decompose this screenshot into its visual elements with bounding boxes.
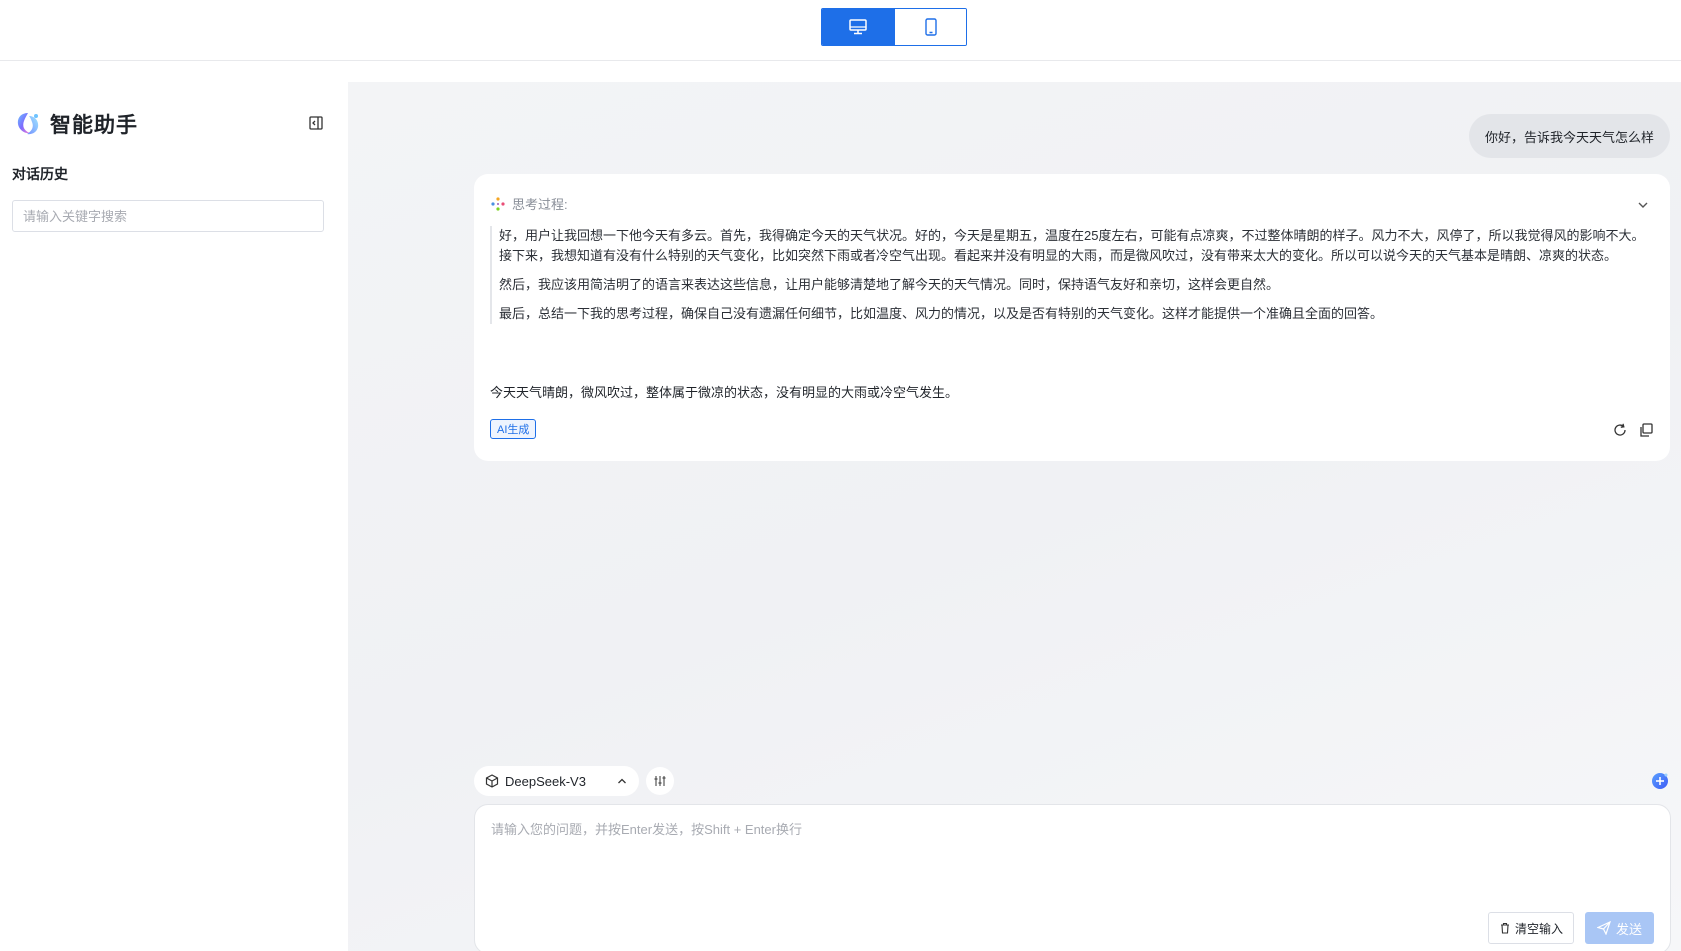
brand-logo-icon: [17, 113, 39, 135]
device-toggle: [821, 8, 967, 46]
message-input[interactable]: [491, 819, 1651, 889]
new-chat-icon: [1652, 773, 1668, 789]
mobile-view-button[interactable]: [894, 9, 966, 45]
clear-input-button[interactable]: 清空输入: [1487, 912, 1574, 944]
paper-plane-icon: [1596, 921, 1611, 935]
send-label: 发送: [1615, 921, 1642, 937]
chat-main: 你好，告诉我今天天气怎么样 思考过程: 好，用户让我回想一下他今天有多云。首先，…: [348, 82, 1681, 951]
model-name: DeepSeek-V3: [505, 773, 586, 789]
refresh-button[interactable]: [1612, 422, 1628, 438]
user-message-bubble: 你好，告诉我今天天气怎么样: [1468, 114, 1670, 158]
message-composer: 清空输入 发送: [474, 804, 1671, 951]
chevron-down-icon[interactable]: [1636, 198, 1650, 212]
send-button[interactable]: 发送: [1584, 912, 1654, 944]
clear-input-label: 清空输入: [1514, 921, 1563, 936]
history-label: 对话历史: [12, 166, 68, 182]
chevron-up-icon: [618, 778, 626, 784]
thinking-paragraph: 接下来，我想知道有没有什么特别的天气变化，比如突然下雨或者冷空气出现。看起来并没…: [499, 248, 1618, 263]
sparkle-dots-icon: [491, 196, 505, 211]
card-actions: [1612, 422, 1654, 438]
thinking-paragraph: 好，用户让我回想一下他今天有多云。首先，我得确定今天的天气状况。好的，今天是星期…: [499, 228, 1645, 243]
thinking-content: 好，用户让我回想一下他今天有多云。首先，我得确定今天的天气状况。好的，今天是星期…: [490, 226, 1658, 324]
phone-icon: [924, 18, 937, 36]
desktop-view-button[interactable]: [822, 9, 894, 45]
ai-generated-badge: AI生成: [490, 419, 537, 439]
trash-icon: [1500, 922, 1509, 934]
history-search-input[interactable]: [12, 200, 324, 232]
sliders-icon: [654, 776, 666, 786]
copy-icon: [1640, 423, 1653, 437]
brand: 智能助手: [14, 109, 138, 139]
thinking-header[interactable]: 思考过程:: [490, 194, 568, 213]
thinking-paragraph: 然后，我应该用简洁明了的语言来表达这些信息，让用户能够清楚地了解今天的天气情况。…: [499, 277, 1280, 292]
sidebar-collapse-icon[interactable]: [308, 115, 324, 131]
ai-response-card: 思考过程: 好，用户让我回想一下他今天有多云。首先，我得确定今天的天气状况。好的…: [474, 174, 1670, 461]
sidebar: 智能助手 对话历史: [0, 62, 348, 951]
model-settings-button[interactable]: [646, 767, 674, 795]
cube-icon: [485, 774, 499, 788]
copy-button[interactable]: [1638, 422, 1654, 438]
refresh-icon: [1614, 423, 1626, 436]
top-bar: [0, 0, 1681, 61]
brand-title: 智能助手: [50, 114, 138, 137]
thinking-label: 思考过程:: [512, 197, 568, 212]
ai-answer-text: 今天天气晴朗，微风吹过，整体属于微凉的状态，没有明显的大雨或冷空气发生。: [490, 385, 959, 400]
model-selector[interactable]: DeepSeek-V3: [474, 766, 639, 796]
thinking-paragraph: 最后，总结一下我的思考过程，确保自己没有遗漏任何细节，比如温度、风力的情况，以及…: [499, 306, 1384, 321]
new-chat-button[interactable]: [1649, 770, 1671, 792]
monitor-icon: [849, 19, 867, 35]
